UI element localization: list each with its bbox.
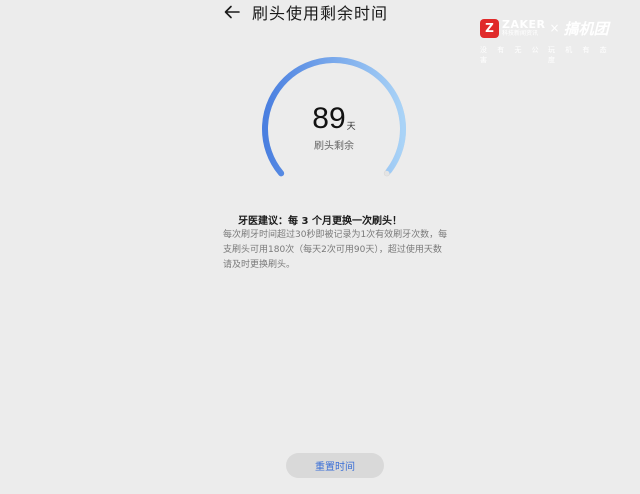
- gauge-caption: 刷头剩余: [314, 141, 354, 152]
- gauge-end-dot: [384, 170, 390, 176]
- watermark: Z ZAKER 科技新闻资讯 × 搞机团 没 有 无 公 害 玩 机 有 态 度: [480, 17, 620, 64]
- watermark-slogans: 没 有 无 公 害 玩 机 有 态 度: [480, 45, 616, 65]
- brand-logo: 搞机团: [563, 19, 609, 38]
- zaker-logo-icon: Z: [480, 18, 499, 38]
- gauge-value-row: 89 天: [258, 103, 410, 135]
- watermark-cross: ×: [549, 21, 560, 35]
- gauge-center: 89 天 刷头剩余: [258, 103, 410, 153]
- back-button[interactable]: [222, 2, 242, 22]
- arrow-left-icon: [224, 5, 240, 19]
- header: 刷头使用剩余时间: [222, 0, 388, 24]
- page: 刷头使用剩余时间 Z ZAKER 科技新闻资讯 × 搞机团 没 有 无 公 害 …: [0, 0, 640, 494]
- watermark-logos: Z ZAKER 科技新闻资讯 × 搞机团: [480, 17, 620, 39]
- page-title: 刷头使用剩余时间: [252, 4, 389, 23]
- zaker-name: ZAKER: [502, 18, 546, 31]
- advice-title: 牙医建议：每 3 个月更换一次刷头！: [238, 216, 402, 227]
- slogan-left: 没 有 无 公 害: [480, 46, 543, 64]
- advice-body: 每次刷牙时间超过30秒即被记录为1次有效刷牙次数，每支刷头可用180次（每天2次…: [223, 230, 448, 270]
- slogan-right: 玩 机 有 态 度: [548, 46, 611, 64]
- zaker-wordmark: ZAKER 科技新闻资讯: [502, 19, 546, 37]
- reset-time-button[interactable]: 重置时间: [286, 453, 384, 478]
- zaker-subtitle: 科技新闻资讯: [502, 30, 539, 37]
- remaining-days-value: 89: [312, 102, 346, 135]
- remaining-days-unit: 天: [346, 122, 356, 132]
- remaining-gauge: 89 天 刷头剩余: [258, 55, 410, 185]
